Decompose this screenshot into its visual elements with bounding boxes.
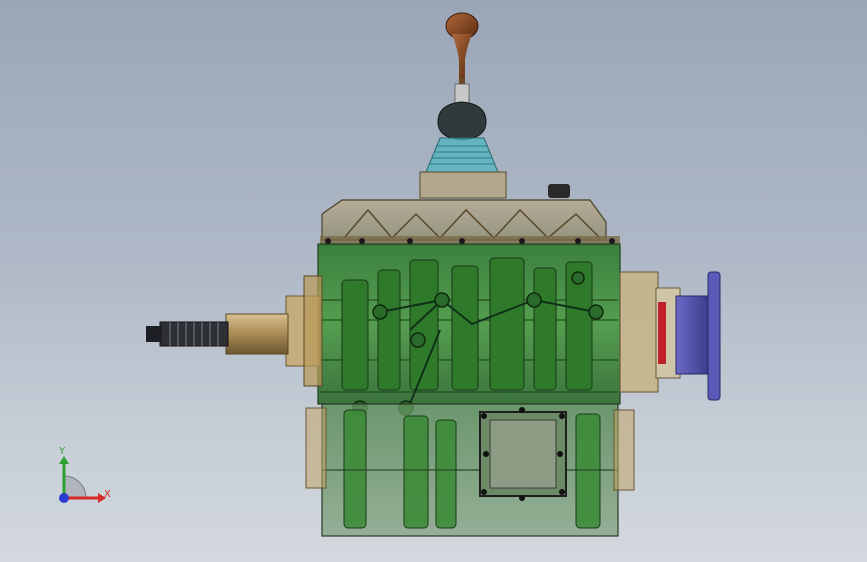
shift-lever[interactable] bbox=[419, 12, 507, 199]
seal-ring-red bbox=[658, 302, 666, 364]
knob-stem bbox=[452, 34, 472, 78]
pto-cover[interactable] bbox=[479, 407, 567, 501]
main-housing[interactable] bbox=[317, 238, 621, 416]
input-shaft[interactable] bbox=[146, 275, 323, 387]
lower-housing[interactable] bbox=[305, 403, 635, 537]
shift-boot bbox=[437, 101, 487, 141]
z-axis-dot bbox=[59, 493, 69, 503]
lever-collar bbox=[454, 83, 470, 105]
gear-pack bbox=[341, 257, 593, 391]
input-flange bbox=[303, 275, 323, 387]
y-axis-label: Y bbox=[58, 446, 66, 457]
x-axis-label: X bbox=[104, 489, 111, 500]
shifter-tower bbox=[425, 137, 499, 173]
output-assembly[interactable] bbox=[619, 271, 721, 401]
left-lug bbox=[305, 407, 327, 489]
shaft-tip bbox=[146, 326, 162, 342]
view-triad: X Y bbox=[58, 446, 111, 503]
model-viewport[interactable]: X Y bbox=[0, 0, 867, 562]
breather-cap bbox=[548, 184, 570, 198]
y-arrow bbox=[59, 456, 69, 464]
output-yoke bbox=[675, 295, 711, 375]
tower-base bbox=[419, 171, 507, 199]
input-collar bbox=[225, 313, 289, 355]
output-flange-plate bbox=[707, 271, 721, 401]
right-lug bbox=[613, 409, 635, 491]
output-bearing-housing bbox=[619, 271, 659, 393]
